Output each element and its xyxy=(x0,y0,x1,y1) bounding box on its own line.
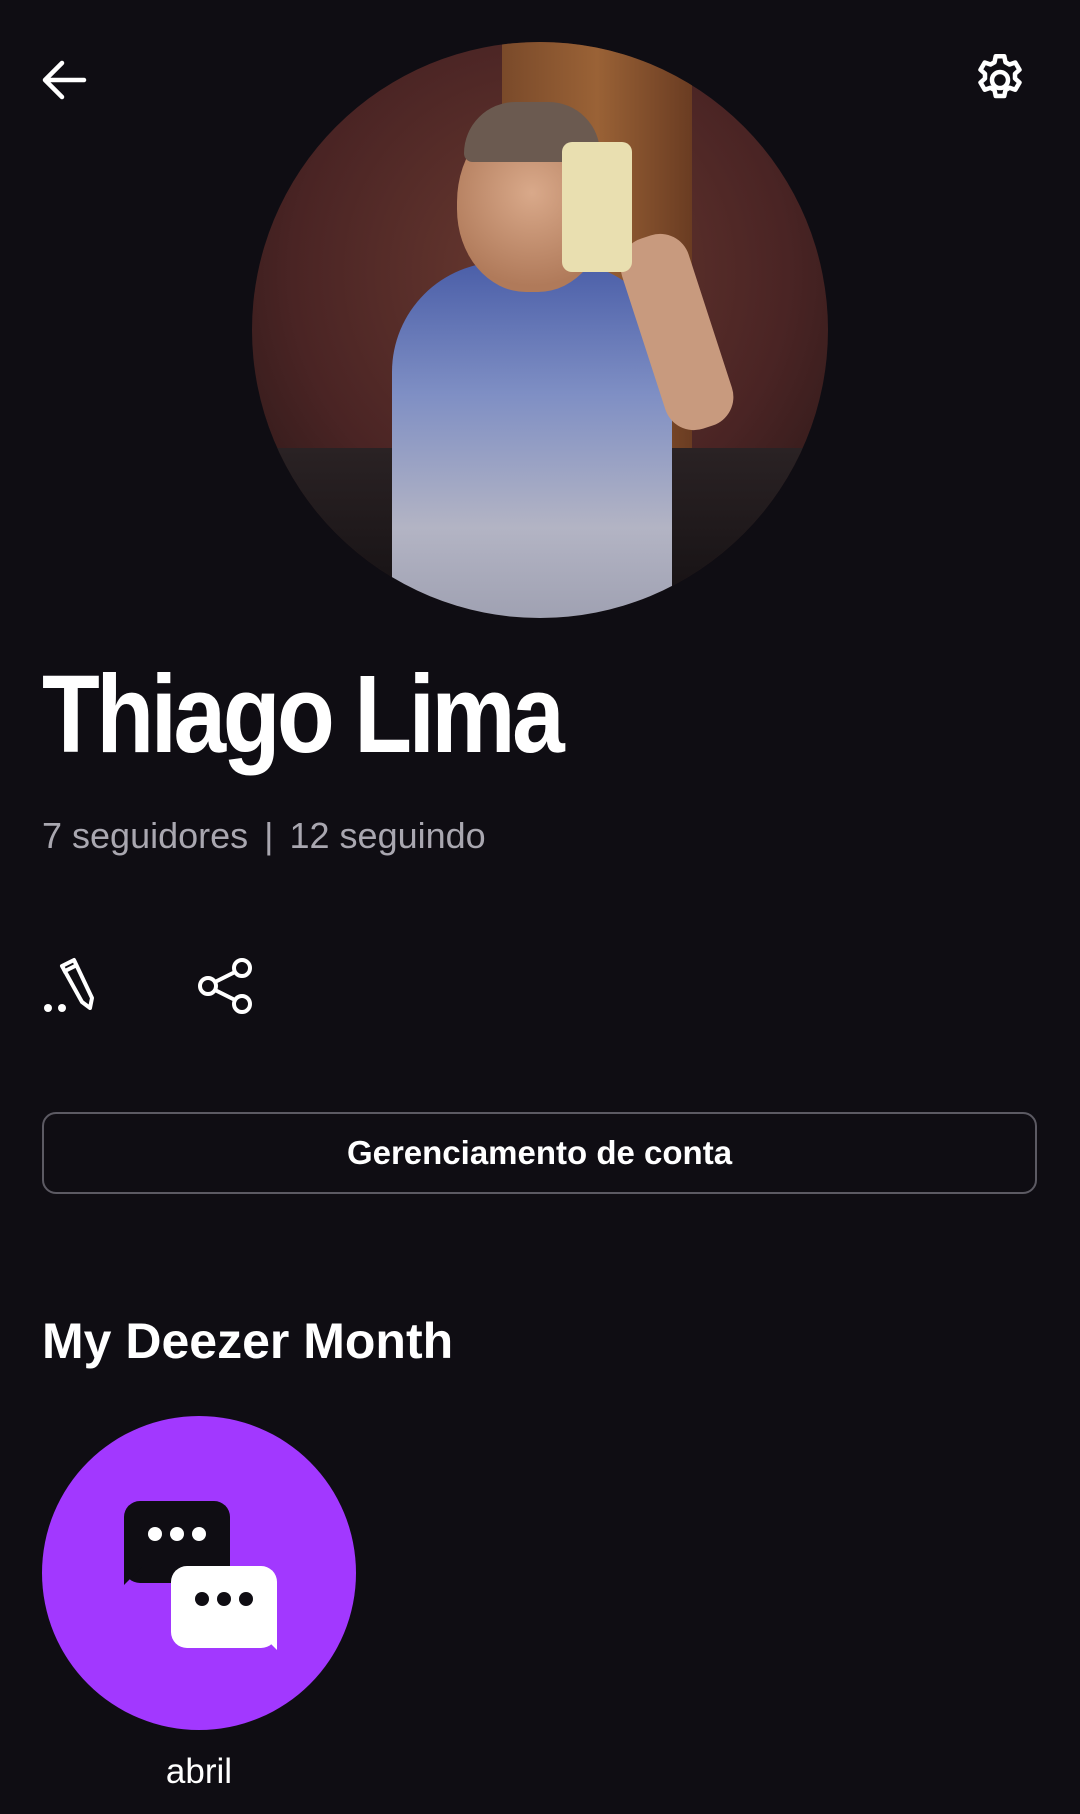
settings-button[interactable] xyxy=(960,40,1040,120)
follow-stats: 7 seguidores | 12 seguindo xyxy=(42,815,486,857)
following-count[interactable]: 12 seguindo xyxy=(290,815,486,857)
avatar-person-body xyxy=(392,262,672,618)
profile-name: Thiago Lima xyxy=(42,653,565,776)
avatar-phone xyxy=(562,142,632,272)
month-card-april[interactable]: abril xyxy=(42,1416,356,1792)
edit-pencil-icon xyxy=(44,958,94,1012)
month-card-artwork xyxy=(42,1416,356,1730)
share-icon xyxy=(198,958,252,1014)
profile-avatar[interactable] xyxy=(252,42,828,618)
share-button[interactable] xyxy=(190,950,262,1022)
stats-separator: | xyxy=(264,815,274,856)
profile-screen: Thiago Lima 7 seguidores | 12 seguindo G… xyxy=(0,0,1080,1814)
chat-bubble-light-icon xyxy=(171,1566,277,1650)
back-button[interactable] xyxy=(24,40,104,120)
profile-actions xyxy=(32,950,262,1022)
followers-count[interactable]: 7 seguidores xyxy=(42,815,248,857)
edit-profile-button[interactable] xyxy=(32,950,104,1022)
account-management-button[interactable]: Gerenciamento de conta xyxy=(42,1112,1037,1194)
month-card-label: abril xyxy=(165,1752,233,1791)
month-section-title: My Deezer Month xyxy=(42,1313,454,1369)
gear-icon xyxy=(978,54,1022,99)
arrow-left-icon xyxy=(42,60,87,100)
